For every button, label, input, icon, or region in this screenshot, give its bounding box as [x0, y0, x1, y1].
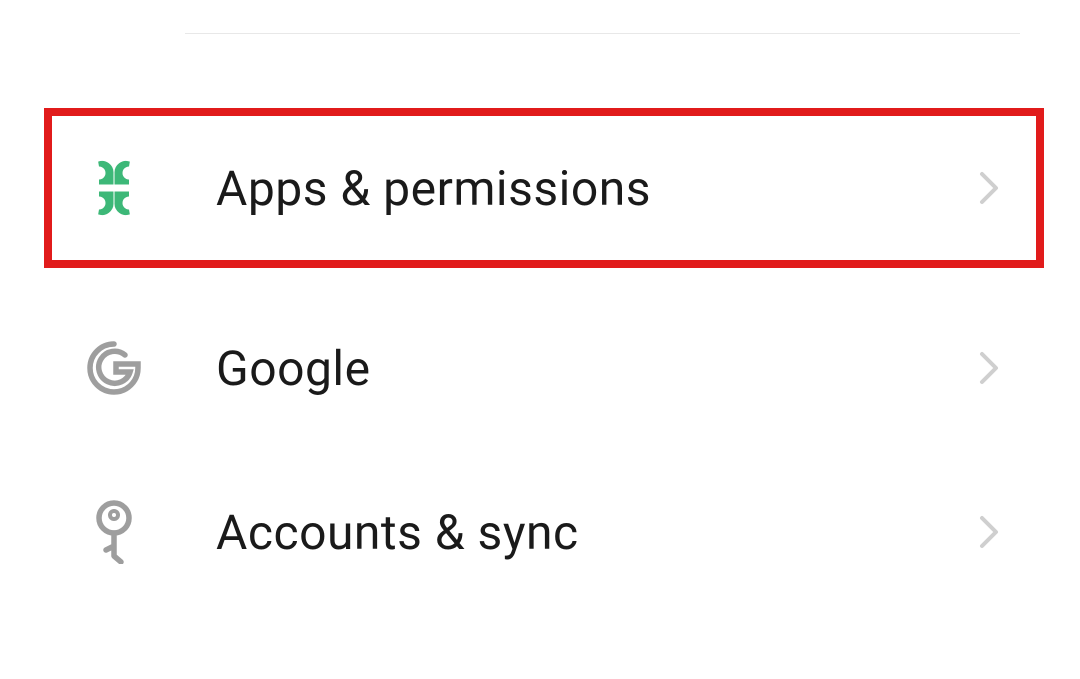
google-icon [84, 338, 144, 398]
settings-item-google[interactable]: Google [44, 316, 1044, 420]
section-divider [185, 33, 1020, 34]
key-icon [84, 502, 144, 562]
settings-item-label: Google [216, 340, 974, 397]
chevron-right-icon [974, 517, 1004, 547]
settings-list: Apps & permissions Google [44, 108, 1044, 584]
settings-item-label: Accounts & sync [216, 504, 974, 561]
spacer [44, 268, 1044, 316]
spacer [44, 420, 1044, 480]
settings-item-label: Apps & permissions [216, 160, 974, 217]
settings-item-apps-permissions[interactable]: Apps & permissions [44, 108, 1044, 268]
chevron-right-icon [974, 353, 1004, 383]
settings-item-accounts-sync[interactable]: Accounts & sync [44, 480, 1044, 584]
chevron-right-icon [974, 173, 1004, 203]
apps-icon [84, 158, 144, 218]
